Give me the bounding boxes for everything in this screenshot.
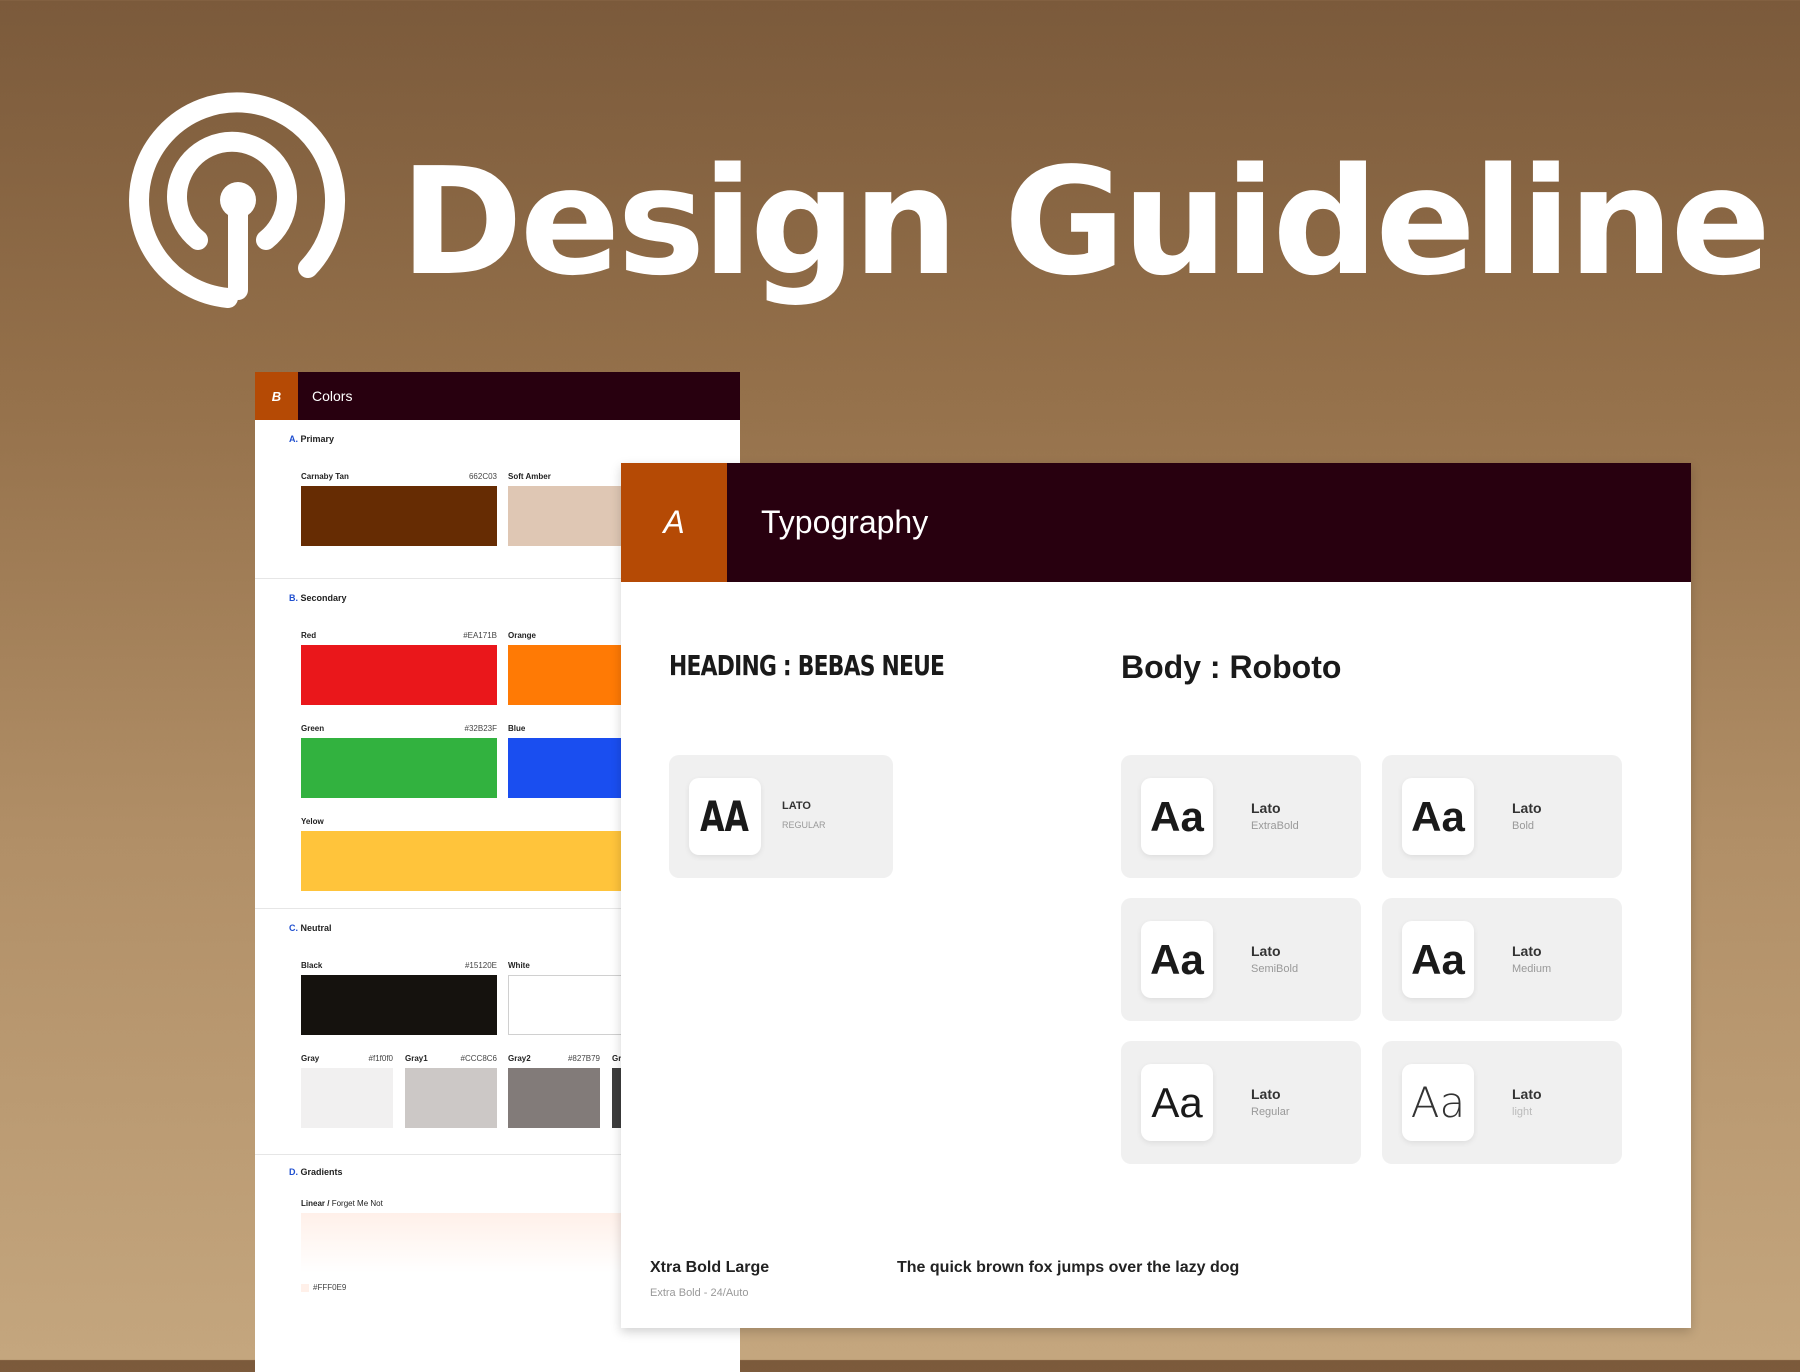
gradient-dot (301, 1283, 309, 1292)
font-glyph-tile: Aa (1141, 778, 1213, 855)
swatch-name: Carnaby Tan (301, 472, 349, 481)
swatch-red: Red #EA171B (301, 631, 497, 705)
typography-title: Typography (761, 504, 929, 540)
font-card-extrabold: Aa Lato ExtraBold (1121, 755, 1361, 878)
font-name: Lato (1512, 1086, 1542, 1102)
font-glyph-tile: Aa (1402, 921, 1474, 998)
swatch-hex: #15120E (464, 961, 497, 970)
swatch-color (301, 486, 497, 546)
swatch-name: Yelow (301, 817, 324, 826)
font-name: LATO (782, 800, 811, 812)
font-weight: Medium (1512, 963, 1552, 975)
colors-header: B Colors (255, 372, 740, 420)
font-weight: REGULAR (782, 820, 826, 830)
gradient-stop: #FFF0E9 (301, 1283, 346, 1292)
swatch-color (405, 1068, 497, 1128)
swatch-hex: #f1f0f0 (368, 1054, 393, 1063)
font-name: Lato (1512, 943, 1542, 959)
swatch-hex: 662C03 (468, 472, 497, 481)
swatch-name: Orange (508, 631, 537, 640)
podcast-signal-icon (129, 92, 346, 308)
gradient-title: Forget Me Not (331, 1199, 383, 1208)
swatch-name: White (508, 961, 530, 970)
font-name: Lato (1251, 800, 1281, 816)
swatch-gray2: Gray2 #827B79 (508, 1054, 600, 1128)
font-glyph-tile: AA (689, 778, 761, 855)
typography-card: A Typography HEADING : BEBAS NEUE Body :… (621, 463, 1691, 1328)
typography-header: A Typography (621, 463, 1691, 582)
section-letter: B (255, 372, 298, 420)
font-glyph-tile: Aa (1402, 778, 1474, 855)
gradient-name: Linear / Forget Me Not (301, 1199, 383, 1208)
swatch-color (508, 1068, 600, 1128)
font-weight: ExtraBold (1251, 820, 1299, 832)
swatch-hex: #EA171B (463, 631, 497, 640)
swatch-name: Soft Amber (508, 472, 551, 481)
font-card-bold: Aa Lato Bold (1382, 755, 1622, 878)
swatch-color (301, 645, 497, 705)
swatch-name: Red (301, 631, 317, 640)
swatch-name: Gray1 (405, 1054, 428, 1063)
font-name: Lato (1251, 943, 1281, 959)
secondary-letter: B. (289, 593, 298, 603)
font-weight: SemiBold (1251, 963, 1299, 975)
swatch-name: Gray (301, 1054, 320, 1063)
primary-text: Primary (300, 434, 335, 444)
gradient-hex: #FFF0E9 (313, 1283, 347, 1292)
page-title: Design Guideline (400, 136, 1771, 308)
gradients-letter: D. (289, 1167, 298, 1177)
neutral-text: Neutral (300, 923, 332, 933)
font-weight: light (1512, 1106, 1533, 1118)
font-card-medium: Aa Lato Medium (1382, 898, 1622, 1021)
secondary-label: B. Secondary (289, 593, 347, 603)
swatch-hex: #32B23F (464, 724, 497, 733)
swatch-black: Black #15120E (301, 961, 497, 1035)
swatch-name: Gray2 (508, 1054, 531, 1063)
font-card-semibold: Aa Lato SemiBold (1121, 898, 1361, 1021)
font-name: Lato (1512, 800, 1542, 816)
font-card-regular: Aa Lato Regular (1121, 1041, 1361, 1164)
body-font-label: Body : Roboto (1121, 649, 1342, 685)
font-glyph: Aa (1410, 1077, 1466, 1127)
swatch-color (301, 975, 497, 1035)
swatch-name: Green (301, 724, 325, 733)
gradients-text: Gradients (300, 1167, 343, 1177)
swatch-gray: Gray #f1f0f0 (301, 1054, 393, 1128)
heading-font-label: HEADING : BEBAS NEUE (669, 649, 945, 682)
primary-letter: A. (289, 434, 298, 444)
secondary-text: Secondary (300, 593, 347, 603)
sample-style-label: Xtra Bold Large (650, 1259, 770, 1276)
swatch-gray1: Gray1 #CCC8C6 (405, 1054, 497, 1128)
swatch-name: Black (301, 961, 323, 970)
primary-label: A. Primary (289, 434, 334, 444)
sample-style-spec: Extra Bold - 24/Auto (650, 1287, 749, 1299)
font-name: Lato (1251, 1086, 1281, 1102)
neutral-letter: C. (289, 923, 298, 933)
swatch-hex: #CCC8C6 (460, 1054, 497, 1063)
font-weight: Regular (1251, 1106, 1290, 1118)
gradient-type: Linear / (301, 1199, 330, 1208)
swatch-name: Blue (508, 724, 526, 733)
swatch-hex: #827B79 (567, 1054, 600, 1063)
neutral-label: C. Neutral (289, 923, 332, 933)
font-glyph-tile: Aa (1141, 1064, 1213, 1141)
font-weight: Bold (1512, 820, 1535, 832)
font-glyph-tile: Aa (1402, 1064, 1474, 1141)
font-glyph-tile: Aa (1141, 921, 1213, 998)
colors-title: Colors (312, 388, 353, 404)
swatch-name: Gr (612, 1054, 622, 1063)
heading-font-card: AA LATO REGULAR (669, 755, 893, 878)
swatch-green: Green #32B23F (301, 724, 497, 798)
sample-text: The quick brown fox jumps over the lazy … (897, 1259, 1240, 1276)
gradients-label: D. Gradients (289, 1167, 343, 1177)
swatch-color (301, 738, 497, 798)
font-card-light: Aa Lato light (1382, 1041, 1622, 1164)
section-letter: A (621, 463, 727, 582)
swatch-carnaby-tan: Carnaby Tan 662C03 (301, 472, 497, 546)
swatch-color (301, 1068, 393, 1128)
font-glyph: AA (700, 791, 750, 841)
